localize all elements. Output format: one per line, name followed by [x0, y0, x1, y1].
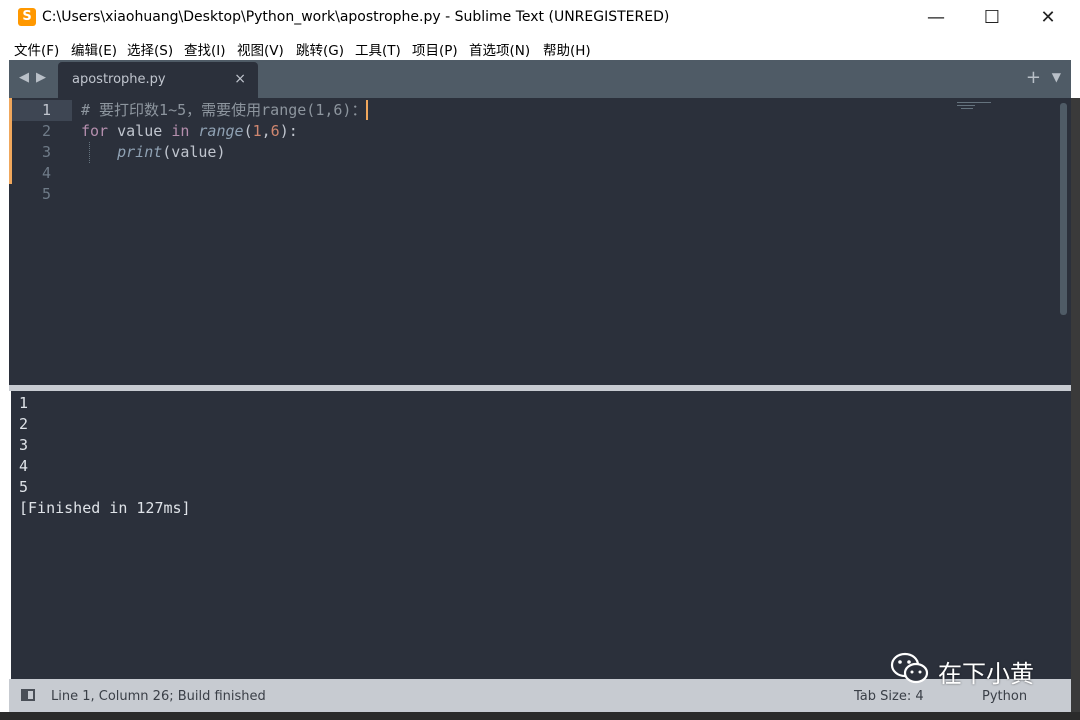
background-window-edge [1071, 98, 1080, 720]
menu-find[interactable]: 查找(I) [184, 39, 226, 59]
status-syntax[interactable]: Python [982, 689, 1027, 704]
paren-token: ( [243, 122, 253, 140]
number-token: 1 [252, 122, 262, 140]
line-gutter: 1 2 3 4 5 [9, 98, 72, 385]
title-bar: S C:\Users\xiaohuang\Desktop\Python_work… [0, 0, 1080, 36]
comma-token: , [261, 122, 271, 140]
minimap-line [957, 105, 975, 106]
code-line-1[interactable]: # 要打印数1~5，需要使用range(1,6)： [81, 100, 369, 121]
watermark-text: 在下小黄 [938, 660, 1034, 688]
output-line: 2 [19, 415, 29, 433]
indent-guide [89, 142, 90, 163]
text-cursor [366, 100, 369, 120]
tab-bar: ◀ ▶ apostrophe.py × + ▼ [9, 60, 1071, 98]
window-title: C:\Users\xiaohuang\Desktop\Python_work\a… [42, 9, 670, 25]
status-tab-size[interactable]: Tab Size: 4 [854, 689, 924, 704]
paren-token: ): [279, 122, 298, 140]
sublime-text-icon: S [18, 8, 36, 26]
tab-nav-left-icon[interactable]: ◀ [19, 70, 29, 85]
line-number: 3 [41, 143, 51, 161]
menu-edit[interactable]: 编辑(E) [71, 39, 117, 59]
panel-toggle-icon[interactable] [21, 689, 35, 701]
keyword-token: in [171, 122, 190, 140]
output-line: 4 [19, 457, 29, 475]
wechat-icon [890, 652, 929, 684]
line-number: 2 [41, 122, 51, 140]
tab-label: apostrophe.py [72, 72, 166, 87]
menu-preferences[interactable]: 首选项(N) [469, 39, 530, 59]
output-line: 3 [19, 436, 29, 454]
minimap-line [957, 102, 991, 103]
close-button[interactable]: ✕ [1020, 0, 1076, 36]
menu-help[interactable]: 帮助(H) [543, 39, 591, 59]
minimize-button[interactable]: — [908, 0, 964, 36]
status-position: Line 1, Column 26; Build finished [51, 689, 266, 704]
menu-bar: 文件(F) 编辑(E) 选择(S) 查找(I) 视图(V) 跳转(G) 工具(T… [0, 36, 1080, 60]
variable-token: value [108, 122, 172, 140]
taskbar-strip [0, 712, 1080, 720]
maximize-button[interactable]: ☐ [964, 0, 1020, 36]
output-line: 1 [19, 394, 29, 412]
output-finished-line: [Finished in 127ms] [19, 499, 191, 517]
line-number: 4 [41, 164, 51, 182]
comment-token: # 要打印数1~5，需要使用range(1,6)： [81, 101, 367, 119]
function-token: range [198, 122, 244, 140]
tab-menu-icon[interactable]: ▼ [1052, 70, 1061, 84]
code-editor[interactable]: 1 2 3 4 5 # 要打印数1~5，需要使用range(1,6)： for … [9, 98, 1071, 385]
menu-tools[interactable]: 工具(T) [355, 39, 401, 59]
number-token: 6 [270, 122, 280, 140]
minimap-line [961, 108, 973, 109]
menu-view[interactable]: 视图(V) [237, 39, 284, 59]
indent-token [81, 143, 117, 161]
build-output-panel[interactable]: 1 2 3 4 5 [Finished in 127ms] [9, 391, 1071, 679]
output-line: 5 [19, 478, 29, 496]
menu-file[interactable]: 文件(F) [14, 39, 59, 59]
function-token: print [117, 143, 163, 161]
keyword-token: for [81, 122, 109, 140]
code-line-3[interactable]: print(value) [81, 142, 226, 163]
line-number: 1 [41, 101, 51, 119]
tab-nav-right-icon[interactable]: ▶ [36, 70, 46, 85]
line-number: 5 [41, 185, 51, 203]
args-token: (value) [162, 143, 226, 161]
menu-project[interactable]: 项目(P) [412, 39, 458, 59]
new-tab-icon[interactable]: + [1026, 67, 1041, 88]
minimap[interactable] [957, 102, 991, 112]
editor-scrollbar[interactable] [1060, 103, 1067, 315]
tab-apostrophe[interactable]: apostrophe.py × [58, 62, 258, 98]
menu-goto[interactable]: 跳转(G) [296, 39, 344, 59]
code-line-2[interactable]: for value in range(1,6): [81, 121, 298, 142]
menu-selection[interactable]: 选择(S) [127, 39, 173, 59]
tab-close-icon[interactable]: × [234, 71, 246, 87]
